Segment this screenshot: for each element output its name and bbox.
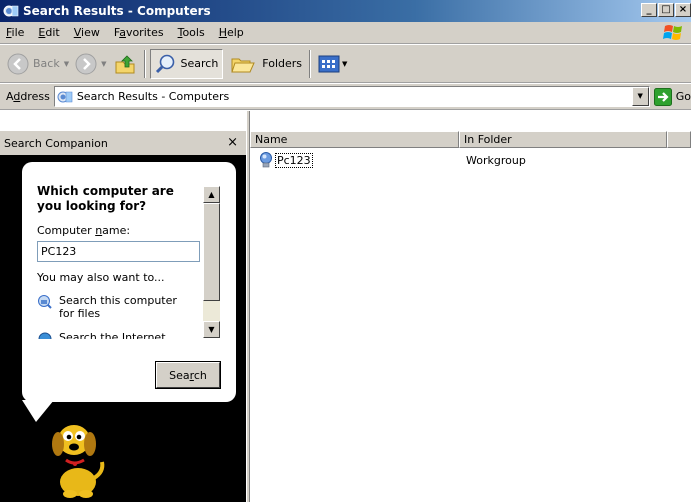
window-controls: _ □ × bbox=[640, 3, 691, 17]
close-button[interactable]: × bbox=[675, 3, 691, 17]
results-list: Name In Folder Pc123 Workgroup bbox=[250, 131, 691, 502]
menu-favorites[interactable]: Favorites bbox=[107, 26, 171, 39]
search-button[interactable]: Search bbox=[156, 362, 220, 388]
scroll-thumb[interactable] bbox=[203, 203, 220, 301]
search-companion-title: Search Companion bbox=[4, 136, 108, 150]
go-button[interactable]: Go bbox=[653, 87, 691, 106]
search-toolbar-button[interactable]: Search bbox=[149, 48, 224, 79]
search-dog-icon[interactable] bbox=[44, 414, 108, 500]
table-row[interactable]: Pc123 Workgroup bbox=[250, 151, 691, 169]
search-bubble: Which computer are you looking for? Comp… bbox=[22, 162, 236, 402]
menu-tools[interactable]: Tools bbox=[171, 26, 212, 39]
folders-label: Folders bbox=[262, 57, 303, 70]
result-folder: Workgroup bbox=[466, 153, 526, 167]
search-internet-icon bbox=[38, 332, 52, 339]
search-files-label: Search this computer for files bbox=[59, 294, 177, 320]
address-value: Search Results - Computers bbox=[76, 90, 230, 103]
menu-help[interactable]: Help bbox=[212, 26, 251, 39]
close-pane-icon[interactable]: × bbox=[227, 135, 238, 150]
toolbar-separator bbox=[143, 49, 146, 78]
search-results-icon bbox=[3, 5, 19, 17]
column-header-name[interactable]: Name bbox=[250, 131, 459, 148]
search-internet-label: Search the Internet bbox=[59, 331, 166, 339]
folders-button[interactable]: Folders bbox=[227, 49, 305, 79]
up-folder-button[interactable] bbox=[110, 49, 140, 79]
search-files-link[interactable]: Search this computer for files bbox=[37, 294, 179, 320]
menu-edit[interactable]: Edit bbox=[31, 26, 66, 39]
back-dropdown-icon[interactable]: ▼ bbox=[64, 60, 69, 68]
search-companion-header: Search Companion × bbox=[0, 131, 246, 155]
column-header-filler bbox=[667, 131, 691, 148]
bubble-scrollbar[interactable]: ▲ ▼ bbox=[203, 186, 220, 338]
also-text: You may also want to... bbox=[37, 271, 165, 284]
question-heading: Which computer are you looking for? bbox=[37, 184, 174, 213]
menu-view[interactable]: View bbox=[67, 26, 107, 39]
address-field[interactable]: Search Results - Computers ▼ bbox=[53, 86, 650, 107]
up-folder-icon bbox=[115, 54, 134, 73]
views-button[interactable]: ▼ bbox=[315, 49, 350, 79]
address-dropdown-icon[interactable]: ▼ bbox=[631, 87, 649, 106]
result-name-cell[interactable]: Pc123 bbox=[250, 152, 459, 168]
window-title: Search Results - Computers bbox=[23, 4, 211, 18]
search-results-icon bbox=[57, 91, 73, 102]
menu-bar: File Edit View Favorites Tools Help bbox=[0, 22, 691, 44]
address-label: Address bbox=[6, 90, 50, 103]
search-computer-icon bbox=[38, 295, 52, 309]
search-internet-link[interactable]: Search the Internet bbox=[37, 331, 166, 339]
windows-logo-icon bbox=[663, 25, 682, 40]
computer-icon bbox=[260, 152, 272, 168]
views-icon bbox=[318, 55, 340, 72]
forward-dropdown-icon[interactable]: ▼ bbox=[101, 60, 106, 68]
back-arrow-icon bbox=[7, 53, 29, 74]
title-bar: Search Results - Computers _ □ × bbox=[0, 0, 691, 22]
search-toolbar-label: Search bbox=[180, 57, 219, 70]
scroll-down-icon[interactable]: ▼ bbox=[203, 321, 220, 338]
standard-toolbar: Back ▼ ▼ Search Folders ▼ bbox=[0, 45, 691, 83]
result-name: Pc123 bbox=[275, 152, 313, 168]
address-bar: Address Search Results - Computers ▼ Go bbox=[0, 84, 691, 110]
minimize-button[interactable]: _ bbox=[641, 3, 657, 17]
column-headers: Name In Folder bbox=[250, 131, 691, 148]
computer-name-input[interactable]: PC123 bbox=[37, 241, 200, 262]
forward-button[interactable]: ▼ bbox=[72, 49, 109, 79]
forward-arrow-icon bbox=[75, 53, 97, 74]
computer-name-label: Computer name: bbox=[37, 224, 131, 237]
toolbar-separator bbox=[309, 49, 312, 78]
folders-icon bbox=[231, 58, 256, 72]
magnifier-icon bbox=[155, 54, 174, 73]
menu-file[interactable]: File bbox=[0, 26, 31, 39]
scroll-up-icon[interactable]: ▲ bbox=[203, 186, 220, 203]
back-button[interactable]: Back ▼ bbox=[4, 49, 72, 79]
column-header-in-folder[interactable]: In Folder bbox=[459, 131, 667, 148]
maximize-button[interactable]: □ bbox=[658, 3, 674, 17]
views-dropdown-icon[interactable]: ▼ bbox=[342, 60, 347, 68]
go-arrow-icon bbox=[653, 87, 672, 106]
back-label: Back bbox=[33, 57, 60, 70]
search-companion-pane: Which computer are you looking for? Comp… bbox=[0, 155, 246, 502]
go-label: Go bbox=[675, 90, 691, 103]
